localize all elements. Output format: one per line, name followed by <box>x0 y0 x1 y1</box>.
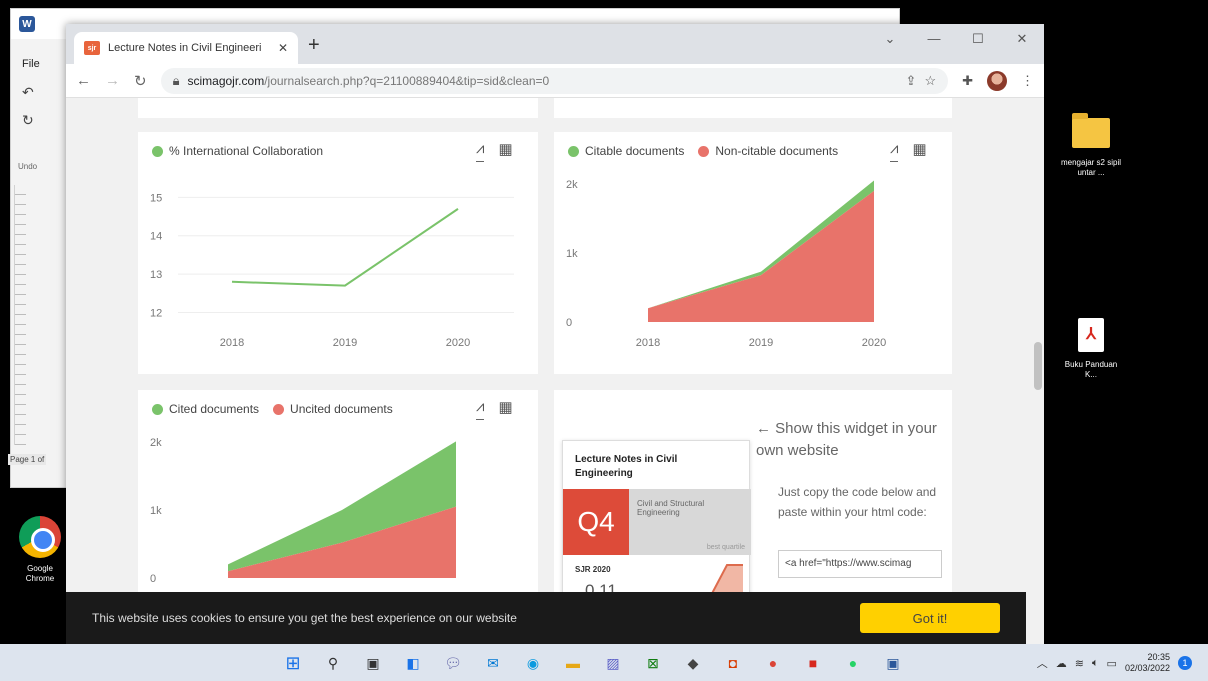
card-top-right <box>554 98 952 118</box>
chat-icon[interactable]: 💬︎ <box>440 650 466 676</box>
cookie-text: This website uses cookies to ensure you … <box>92 611 517 625</box>
word-file-menu[interactable]: File <box>22 58 40 70</box>
desktop-folder-label: mengajar s2 sipil untar ... <box>1060 158 1122 177</box>
word-taskbar-icon[interactable]: ▣ <box>880 650 906 676</box>
page-scrollbar[interactable] <box>1032 98 1044 644</box>
taskbar-apps: ⊞ ⚲ ▣ ◧ 💬︎ ✉ ◉ ▬ ▨ ⊠ ◆ ◘ ● ■ ● ▣ <box>280 650 906 676</box>
office-icon[interactable]: ◘ <box>720 650 746 676</box>
chart-card-citable: Citable documents Non-citable documents … <box>554 132 952 374</box>
y-tick-label: 0 <box>566 317 572 329</box>
photos-icon[interactable]: ▨ <box>600 650 626 676</box>
redo-icon[interactable]: ↻ <box>22 112 34 129</box>
desktop-pdf[interactable]: ⅄ Buku Panduan K... <box>1060 318 1122 380</box>
sjr-favicon-icon: sjr <box>84 41 100 55</box>
page-content: % International Collaboration ⩘ ▦ 15 14 13… <box>66 98 1032 644</box>
notification-icon[interactable]: 1 <box>1178 656 1192 670</box>
browser-tab[interactable]: sjr Lecture Notes in Civil Engineeri ✕ <box>74 32 298 64</box>
widgets-icon[interactable]: ◧ <box>400 650 426 676</box>
x-tick-label: 2019 <box>749 337 773 349</box>
new-tab-icon[interactable]: + <box>308 34 320 57</box>
y-tick-label: 1k <box>566 248 578 260</box>
url-path: /journalsearch.php?q=21100889404&tip=sid… <box>264 73 550 88</box>
x-tick-label: 2020 <box>446 337 470 349</box>
wifi-icon[interactable]: ≋ <box>1075 657 1084 670</box>
search-icon[interactable]: ⚲ <box>320 650 346 676</box>
folder-icon <box>1072 113 1110 148</box>
address-bar[interactable]: 🔒︎ scimagojr.com/journalsearch.php?q=211… <box>160 67 949 94</box>
tab-search-icon[interactable]: ⌄ <box>868 24 912 56</box>
pdf-file-icon: ⅄ <box>1078 318 1104 352</box>
start-icon[interactable]: ⊞ <box>280 650 306 676</box>
y-tick-label: 15 <box>150 192 162 204</box>
clock-date: 02/03/2022 <box>1124 663 1170 673</box>
chrome-taskbar-icon[interactable]: ● <box>760 650 786 676</box>
onedrive-icon[interactable]: ☁ <box>1056 657 1067 670</box>
minimize-icon[interactable]: — <box>912 24 956 56</box>
y-tick-label: 1k <box>150 505 162 517</box>
menu-kebab-icon[interactable]: ⋮ <box>1021 73 1034 89</box>
vertical-ruler <box>14 185 26 445</box>
xbox-icon[interactable]: ⊠ <box>640 650 666 676</box>
y-tick-label: 2k <box>566 179 578 191</box>
y-tick-label: 0 <box>150 573 156 585</box>
undo-icon[interactable]: ↶ <box>22 84 34 101</box>
volume-icon[interactable]: 🔈︎ <box>1092 657 1099 670</box>
desktop-chrome-label: Google Chrome <box>25 564 55 583</box>
back-icon[interactable]: ← <box>76 72 91 89</box>
desktop-chrome[interactable]: Google Chrome <box>12 516 68 584</box>
page-count: Page 1 of <box>8 454 47 465</box>
cookie-accept-button[interactable]: Got it! <box>860 603 1000 633</box>
chrome-window: sjr Lecture Notes in Civil Engineeri ✕ +… <box>66 24 1044 644</box>
x-tick-label: 2018 <box>636 337 660 349</box>
maximize-icon[interactable]: ☐ <box>956 24 1000 56</box>
chrome-app-icon <box>19 516 61 558</box>
intl-collab-chart: 15 14 13 12 2018 2019 2020 <box>150 192 514 349</box>
mail-icon[interactable]: ✉ <box>480 650 506 676</box>
tab-title: Lecture Notes in Civil Engineeri <box>108 42 262 54</box>
acrobat-icon[interactable]: ■ <box>800 650 826 676</box>
browser-toolbar: ← → ↻ 🔒︎ scimagojr.com/journalsearch.php… <box>66 64 1044 98</box>
chart-card-intl-collab: % International Collaboration ⩘ ▦ 15 14 13… <box>138 132 538 374</box>
word-logo-icon: W <box>19 16 35 32</box>
y-tick-label: 14 <box>150 231 162 243</box>
x-tick-label: 2018 <box>220 337 244 349</box>
bookmark-star-icon[interactable]: ☆ <box>924 73 936 89</box>
desktop-folder[interactable]: mengajar s2 sipil untar ... <box>1058 113 1124 178</box>
system-tray: ︿ ☁ ≋ 🔈︎ ▭ 20:35 02/03/2022 1 <box>1037 652 1192 674</box>
tray-chevron-icon[interactable]: ︿ <box>1037 655 1048 671</box>
y-tick-label: 13 <box>150 269 162 281</box>
taskbar: ⊞ ⚲ ▣ ◧ 💬︎ ✉ ◉ ▬ ▨ ⊠ ◆ ◘ ● ■ ● ▣ ︿ ☁ ≋ 🔈… <box>0 644 1208 681</box>
clock[interactable]: 20:35 02/03/2022 <box>1125 652 1170 674</box>
unity-icon[interactable]: ◆ <box>680 650 706 676</box>
url-host: scimagojr.com <box>187 73 265 88</box>
whatsapp-icon[interactable]: ● <box>840 650 866 676</box>
desktop-pdf-label: Buku Panduan K... <box>1064 360 1118 379</box>
cookie-banner: This website uses cookies to ensure you … <box>66 592 1026 644</box>
lock-icon[interactable]: 🔒︎ <box>173 73 180 89</box>
x-tick-label: 2020 <box>862 337 886 349</box>
card-top-left <box>138 98 538 118</box>
share-icon[interactable]: ⇪ <box>906 73 917 89</box>
y-tick-label: 12 <box>150 307 162 319</box>
task-view-icon[interactable]: ▣ <box>360 650 386 676</box>
reload-icon[interactable]: ↻ <box>134 72 147 90</box>
citable-chart: 2k 1k 0 2018 2019 2020 <box>566 179 886 349</box>
tab-bar: sjr Lecture Notes in Civil Engineeri ✕ +… <box>66 24 1044 64</box>
window-controls: ⌄ — ☐ ✕ <box>868 24 1044 56</box>
edge-icon[interactable]: ◉ <box>520 650 546 676</box>
x-tick-label: 2019 <box>333 337 357 349</box>
clock-time: 20:35 <box>1147 652 1170 662</box>
forward-icon[interactable]: → <box>105 72 120 89</box>
close-icon[interactable]: ✕ <box>1000 24 1044 56</box>
extensions-icon[interactable]: ✚ <box>962 73 973 89</box>
battery-icon[interactable]: ▭ <box>1107 657 1117 670</box>
y-tick-label: 2k <box>150 437 162 449</box>
scrollbar-thumb[interactable] <box>1034 342 1042 390</box>
file-explorer-icon[interactable]: ▬ <box>560 650 586 676</box>
undo-group-label: Undo <box>18 162 38 171</box>
profile-avatar[interactable] <box>987 70 1007 91</box>
tab-close-icon[interactable]: ✕ <box>278 41 288 55</box>
